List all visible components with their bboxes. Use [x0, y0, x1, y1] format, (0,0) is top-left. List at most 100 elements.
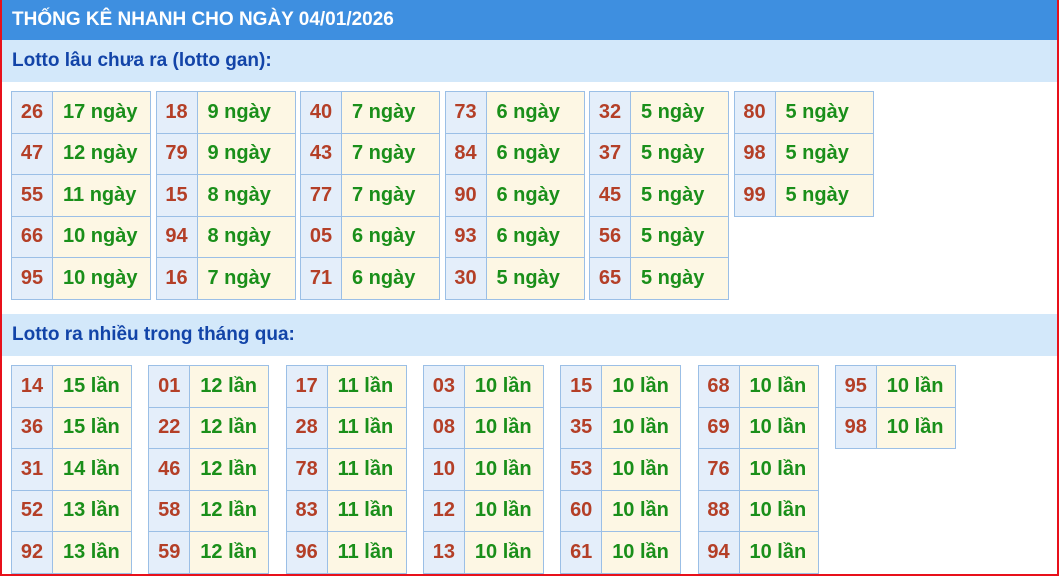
table-row: 59 12 lần	[148, 531, 270, 574]
lotto-gan-groups: 26 17 ngày 47 12 ngày 55 11 ngày 66 10 ngày 95 10…	[2, 82, 1057, 314]
lotto-count: 5 ngày	[630, 132, 729, 175]
lotto-count: 10 lần	[738, 531, 819, 574]
lotto-count: 5 ngày	[630, 91, 729, 134]
table-row: 92 13 lần	[11, 531, 132, 574]
table-row: 94 8 ngày	[155, 215, 296, 258]
lotto-count: 10 lần	[875, 406, 956, 449]
table-row: 96 11 lần	[285, 531, 407, 574]
lotto-number: 79	[155, 132, 198, 175]
table-row: 17 11 lần	[285, 365, 407, 408]
table-row: 83 11 lần	[285, 489, 407, 532]
lotto-count: 13 lần	[52, 489, 132, 532]
lotto-number: 01	[148, 365, 191, 408]
lotto-number: 92	[11, 531, 53, 574]
lotto-count: 5 ngày	[485, 257, 585, 300]
table-row: 60 10 lần	[560, 489, 682, 532]
lotto-count: 10 lần	[463, 489, 544, 532]
nhieu-group: 01 12 lần 22 12 lần 46 12 lần 58 12 lần 59 12 lần	[148, 365, 270, 574]
table-row: 66 10 ngày	[11, 215, 151, 258]
lotto-count: 12 lần	[189, 406, 270, 449]
lotto-count: 9 ngày	[196, 132, 296, 175]
table-row: 65 5 ngày	[589, 257, 729, 300]
lotto-number: 37	[589, 132, 631, 175]
lotto-number: 15	[155, 174, 198, 217]
lotto-count: 12 lần	[189, 531, 270, 574]
lotto-number: 90	[444, 174, 487, 217]
lotto-count: 12 lần	[189, 448, 270, 491]
lotto-number: 16	[155, 257, 198, 300]
nhieu-group: 95 10 lần 98 10 lần	[834, 365, 956, 449]
table-row: 15 8 ngày	[155, 174, 296, 217]
nhieu-group: 17 11 lần 28 11 lần 78 11 lần 83 11 lần 96 11 lần	[285, 365, 407, 574]
lotto-count: 17 ngày	[52, 91, 151, 134]
table-row: 35 10 lần	[560, 406, 682, 449]
lotto-count: 7 ngày	[341, 174, 440, 217]
table-row: 95 10 ngày	[11, 257, 151, 300]
lotto-count: 10 lần	[875, 365, 956, 408]
lotto-count: 11 ngày	[52, 174, 151, 217]
lotto-number: 52	[11, 489, 53, 532]
lotto-count: 10 lần	[601, 489, 682, 532]
lotto-count: 7 ngày	[196, 257, 296, 300]
lotto-count: 10 lần	[463, 531, 544, 574]
lotto-count: 7 ngày	[341, 91, 440, 134]
section-title-lotto-gan: Lotto lâu chưa ra (lotto gan):	[2, 40, 1057, 82]
lotto-number: 55	[11, 174, 53, 217]
lotto-number: 96	[285, 531, 328, 574]
lotto-number: 13	[422, 531, 465, 574]
table-row: 12 10 lần	[422, 489, 544, 532]
lotto-count: 7 ngày	[341, 132, 440, 175]
lotto-count: 11 lần	[326, 531, 407, 574]
lotto-number: 93	[444, 215, 487, 258]
lotto-count: 5 ngày	[774, 91, 874, 134]
gan-group: 80 5 ngày 98 5 ngày 99 5 ngày	[733, 91, 874, 217]
table-row: 99 5 ngày	[733, 174, 874, 217]
lotto-count: 5 ngày	[630, 174, 729, 217]
lotto-count: 10 lần	[738, 365, 819, 408]
table-row: 55 11 ngày	[11, 174, 151, 217]
table-row: 15 10 lần	[560, 365, 682, 408]
table-row: 28 11 lần	[285, 406, 407, 449]
lotto-number: 05	[300, 215, 342, 258]
lotto-number: 35	[560, 406, 603, 449]
table-row: 43 7 ngày	[300, 132, 440, 175]
lotto-count: 10 lần	[601, 365, 682, 408]
lotto-count: 10 lần	[601, 406, 682, 449]
lotto-count: 11 lần	[326, 365, 407, 408]
table-row: 93 6 ngày	[444, 215, 585, 258]
table-row: 98 5 ngày	[733, 132, 874, 175]
table-row: 03 10 lần	[422, 365, 544, 408]
lotto-number: 69	[697, 406, 740, 449]
table-row: 94 10 lần	[697, 531, 819, 574]
table-row: 08 10 lần	[422, 406, 544, 449]
lotto-count: 6 ngày	[485, 174, 585, 217]
gan-group: 32 5 ngày 37 5 ngày 45 5 ngày 56 5 ngày 65 5 ngày	[589, 91, 729, 300]
lotto-count: 11 lần	[326, 406, 407, 449]
table-row: 16 7 ngày	[155, 257, 296, 300]
table-row: 80 5 ngày	[733, 91, 874, 134]
lotto-count: 8 ngày	[196, 215, 296, 258]
table-row: 88 10 lần	[697, 489, 819, 532]
nhieu-group: 03 10 lần 08 10 lần 10 10 lần 12 10 lần 13 10 lần	[422, 365, 544, 574]
lotto-number: 43	[300, 132, 342, 175]
gan-group: 26 17 ngày 47 12 ngày 55 11 ngày 66 10 ngày 95 10…	[11, 91, 151, 300]
table-row: 31 14 lần	[11, 448, 132, 491]
lotto-number: 17	[285, 365, 328, 408]
lotto-count: 10 lần	[463, 406, 544, 449]
table-row: 53 10 lần	[560, 448, 682, 491]
table-row: 71 6 ngày	[300, 257, 440, 300]
lotto-number: 61	[560, 531, 603, 574]
lotto-number: 08	[422, 406, 465, 449]
table-row: 30 5 ngày	[444, 257, 585, 300]
table-row: 95 10 lần	[834, 365, 956, 408]
table-row: 68 10 lần	[697, 365, 819, 408]
table-row: 52 13 lần	[11, 489, 132, 532]
lotto-count: 10 lần	[601, 531, 682, 574]
table-row: 36 15 lần	[11, 406, 132, 449]
table-row: 56 5 ngày	[589, 215, 729, 258]
lotto-count: 11 lần	[326, 489, 407, 532]
lotto-count: 12 ngày	[52, 132, 151, 175]
table-row: 18 9 ngày	[155, 91, 296, 134]
table-row: 01 12 lần	[148, 365, 270, 408]
lotto-count: 10 lần	[738, 489, 819, 532]
